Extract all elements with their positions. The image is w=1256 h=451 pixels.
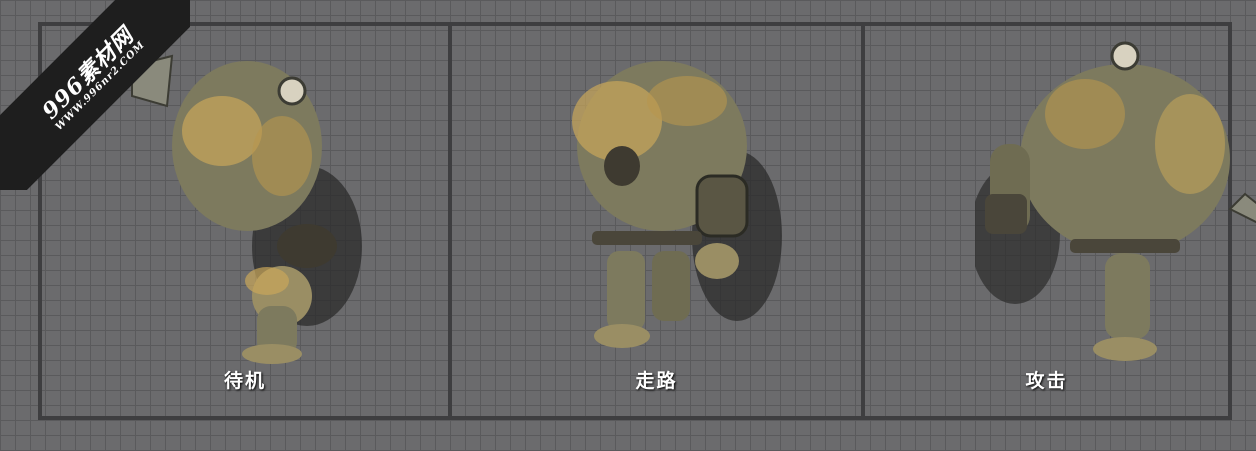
- panel-label-attack: 攻击: [1025, 370, 1068, 392]
- panel-attack: 攻击: [861, 26, 1256, 416]
- watermark-title: 996素材网: [37, 22, 140, 125]
- panel-label-walk: 走路: [635, 370, 678, 392]
- ogre-attack-figure: [975, 41, 1256, 361]
- panel-walk: 走路: [448, 26, 861, 416]
- ogre-walk-figure: [572, 61, 782, 348]
- panel-label-idle: 待机: [223, 370, 266, 392]
- watermark-banner: 996素材网 WWW.996nr2.COM: [0, 0, 190, 190]
- animation-preview-frame: 待机 走路 攻击: [38, 22, 1256, 420]
